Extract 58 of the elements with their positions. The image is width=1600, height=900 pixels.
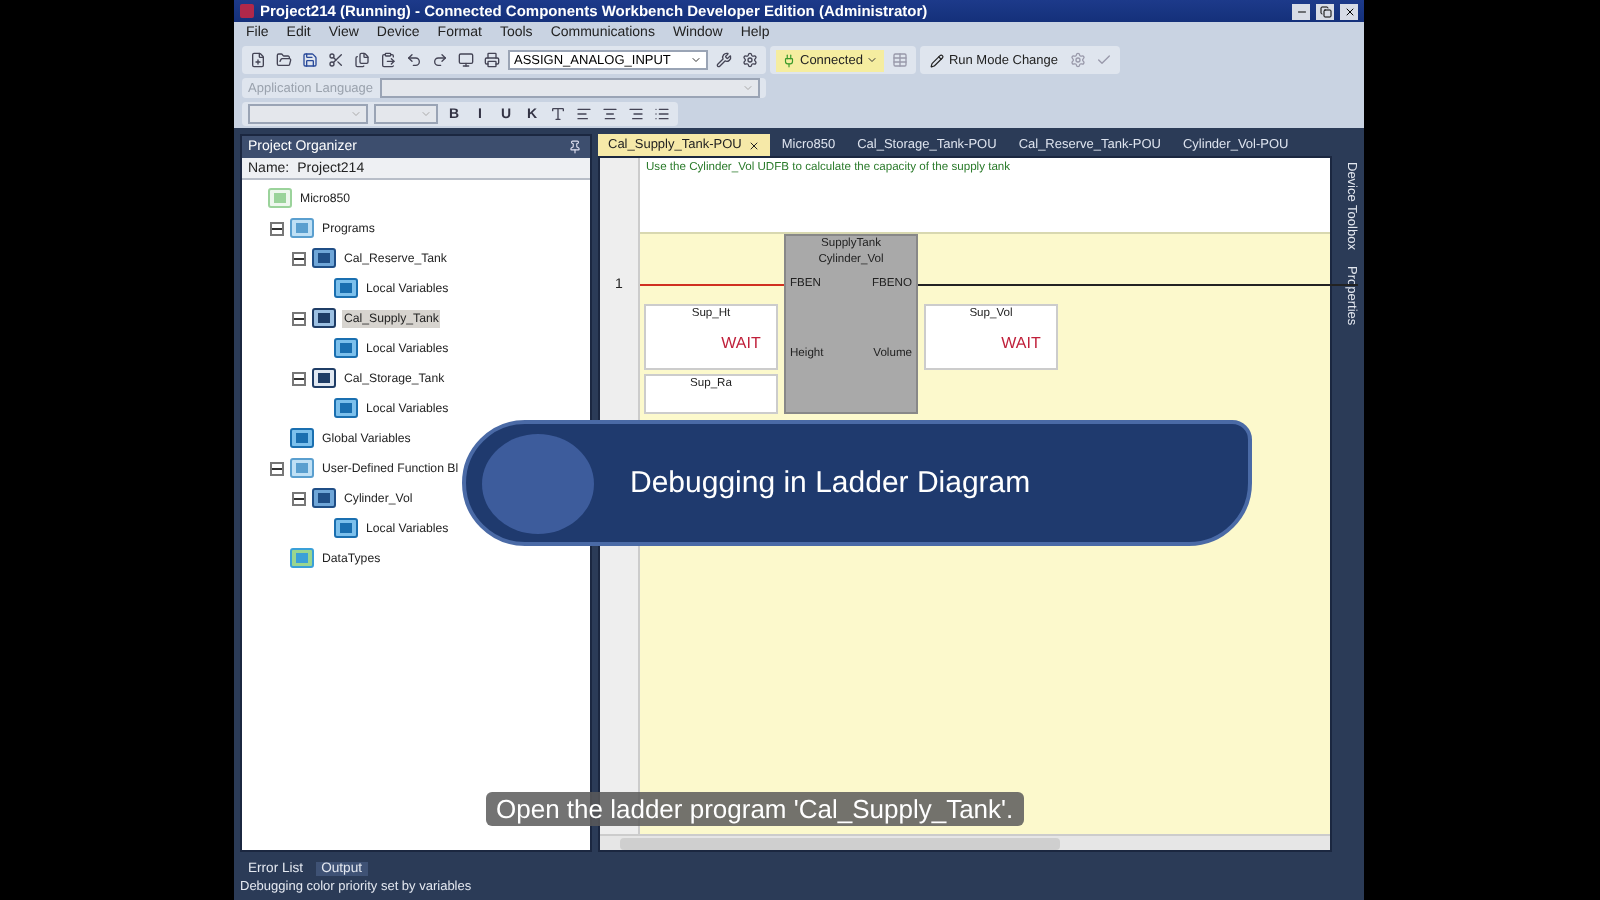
undo-icon[interactable] [404,50,424,70]
restore-icon [1319,5,1331,17]
collapse-toggle[interactable] [292,491,306,505]
variables-icon [334,518,358,538]
caret-icon [741,82,754,94]
subtitle-caption: Open the ladder program 'Cal_Supply_Tank'. [486,792,1024,826]
close-icon [1343,5,1355,17]
variables-icon [290,428,314,448]
restore-button[interactable] [1316,3,1334,19]
scissors-icon[interactable] [326,50,346,70]
caret-icon [350,108,362,120]
program-icon [312,248,336,268]
sfc-icon [312,368,336,388]
align-center-icon[interactable] [600,104,620,124]
new-file-icon[interactable] [248,50,268,70]
paste-icon[interactable] [378,50,398,70]
plug-icon [782,53,796,67]
ladder-icon [312,308,336,328]
collapse-toggle[interactable] [270,461,284,475]
printer-icon[interactable] [482,50,502,70]
collapse-toggle[interactable] [270,221,284,235]
variables-icon [334,398,358,418]
controller-icon [268,188,292,208]
redo-icon[interactable] [430,50,450,70]
pin-icon[interactable] [564,137,584,157]
program-icon [312,488,336,508]
collapse-toggle[interactable] [292,311,306,325]
variables-icon [334,278,358,298]
datatypes-icon [290,548,314,568]
minimize-icon [1295,5,1307,17]
caret-icon [866,54,879,66]
save-icon[interactable] [300,50,320,70]
align-right-icon[interactable] [626,104,646,124]
close-tab-icon[interactable] [747,139,760,151]
minimize-button[interactable] [1292,3,1310,19]
app-icon [240,4,254,18]
caret-icon [420,108,432,120]
variable-value: WAIT [1001,334,1041,352]
banner-title: Debugging in Ladder Diagram [630,466,1031,500]
variables-icon [334,338,358,358]
settings-icon[interactable] [740,50,760,70]
collapse-toggle[interactable] [292,371,306,385]
caret-icon [690,54,702,66]
pencil-icon [930,53,945,67]
scrollbar-thumb[interactable] [620,837,1060,849]
banner-circle [482,433,594,533]
check-icon[interactable] [1094,50,1115,70]
text-color-icon[interactable] [548,104,568,124]
monitor-icon[interactable] [456,50,476,70]
align-left-icon[interactable] [574,104,594,124]
wrench-icon[interactable] [714,50,734,70]
folder-icon [290,458,314,478]
collapse-toggle[interactable] [292,251,306,265]
copy-icon[interactable] [352,50,372,70]
folder-icon [290,218,314,238]
variable-value: WAIT [721,334,761,352]
folder-icon[interactable] [274,50,294,70]
close-button[interactable] [1340,3,1358,19]
